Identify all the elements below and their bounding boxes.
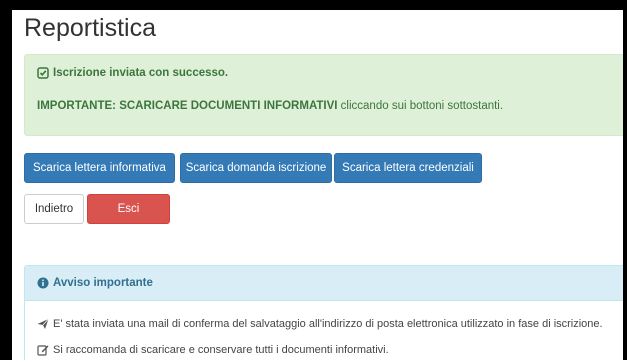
notice-panel: Avviso importante E' stata inviata una m…: [24, 265, 623, 360]
notice-line-docs: Si raccomanda di scaricare e conservare …: [37, 344, 389, 356]
success-alert: Iscrizione inviata con successo. IMPORTA…: [24, 54, 623, 136]
notice-line-mail: E' stata inviata una mail di conferma de…: [37, 318, 603, 330]
info-circle-icon: [37, 277, 49, 289]
page-container: Reportistica Iscrizione inviata con succ…: [12, 10, 623, 360]
back-button[interactable]: Indietro: [24, 194, 84, 224]
download-credentials-letter-button[interactable]: Scarica lettera credenziali: [334, 153, 482, 183]
page-title: Reportistica: [24, 14, 156, 42]
important-text: cliccando sui bottoni sottostanti.: [337, 100, 504, 112]
edit-icon: [37, 344, 49, 356]
check-square-icon: [37, 67, 49, 79]
download-registration-form-button[interactable]: Scarica domanda iscrizione: [180, 153, 332, 183]
notice-line-docs-text: Si raccomanda di scaricare e conservare …: [53, 344, 389, 356]
important-note: IMPORTANTE: SCARICARE DOCUMENTI INFORMAT…: [37, 100, 503, 112]
exit-button[interactable]: Esci: [87, 194, 170, 224]
notice-line-mail-text: E' stata inviata una mail di conferma de…: [53, 318, 603, 330]
important-label: IMPORTANTE: SCARICARE DOCUMENTI INFORMAT…: [37, 100, 338, 112]
paper-plane-icon: [37, 318, 49, 330]
success-message-row: Iscrizione inviata con successo.: [37, 67, 228, 79]
notice-heading-text: Avviso importante: [53, 277, 153, 289]
notice-panel-heading: Avviso importante: [25, 266, 623, 301]
download-informative-letter-button[interactable]: Scarica lettera informativa: [24, 153, 175, 183]
success-message: Iscrizione inviata con successo.: [53, 67, 229, 79]
